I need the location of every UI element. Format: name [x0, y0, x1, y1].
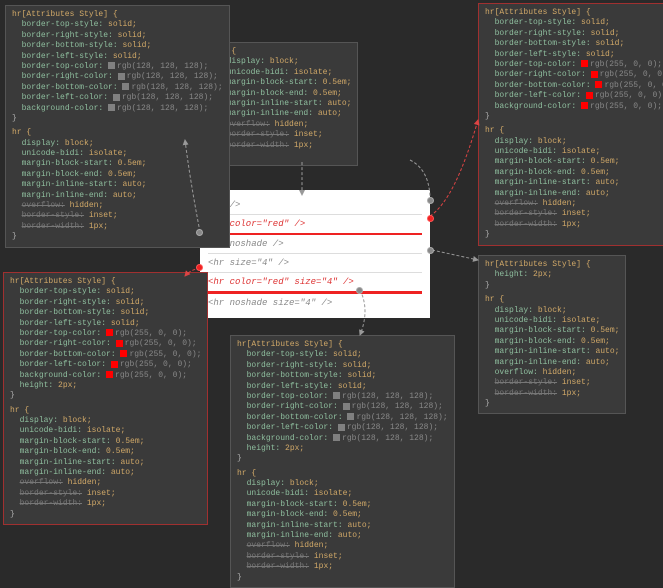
demo-hr-noshade: <hr noshade />: [208, 235, 422, 254]
tooltip-hr-noshade: hr[Attributes Style] { border-top-style:…: [5, 5, 230, 248]
swatch-icon: [591, 71, 598, 78]
demo-hr-noshade-size4: <hr noshade size="4" />: [208, 294, 422, 312]
swatch-icon: [106, 329, 113, 336]
dot-icon: [196, 229, 203, 236]
dot-icon: [427, 247, 434, 254]
swatch-icon: [113, 94, 120, 101]
swatch-icon: [347, 413, 354, 420]
dot-icon: [427, 197, 434, 204]
swatch-icon: [333, 392, 340, 399]
swatch-icon: [581, 102, 588, 109]
swatch-icon: [581, 60, 588, 67]
dot-icon: [196, 264, 203, 271]
demo-hr-red: <hr color="red" />: [208, 215, 422, 235]
swatch-icon: [111, 361, 118, 368]
demo-hr-plain: <hr />: [208, 196, 422, 215]
swatch-icon: [108, 62, 115, 69]
demo-hr-size4: <hr size="4" />: [208, 254, 422, 273]
dot-icon: [356, 287, 363, 294]
swatch-icon: [118, 73, 125, 80]
swatch-icon: [595, 81, 602, 88]
swatch-icon: [343, 403, 350, 410]
tooltip-hr-red: hr[Attributes Style] { border-top-style:…: [478, 3, 663, 246]
swatch-icon: [122, 83, 129, 90]
tooltip-hr-noshade-size4: hr[Attributes Style] { border-top-style:…: [230, 335, 455, 588]
dot-icon: [427, 215, 434, 222]
swatch-icon: [108, 104, 115, 111]
swatch-icon: [120, 350, 127, 357]
demo-hr-red-size4: <hr color="red" size="4" />: [208, 273, 422, 294]
tooltip-hr-size4: hr[Attributes Style] { height: 2px; } hr…: [478, 255, 626, 414]
swatch-icon: [116, 340, 123, 347]
swatch-icon: [333, 434, 340, 441]
swatch-icon: [338, 424, 345, 431]
tooltip-hr-plain: hr { display: block; unicode-bidi: isola…: [210, 42, 358, 166]
swatch-icon: [106, 371, 113, 378]
swatch-icon: [586, 92, 593, 99]
demo-panel: <hr /> <hr color="red" /> <hr noshade />…: [200, 190, 430, 318]
tooltip-hr-red-size4: hr[Attributes Style] { border-top-style:…: [3, 272, 208, 525]
